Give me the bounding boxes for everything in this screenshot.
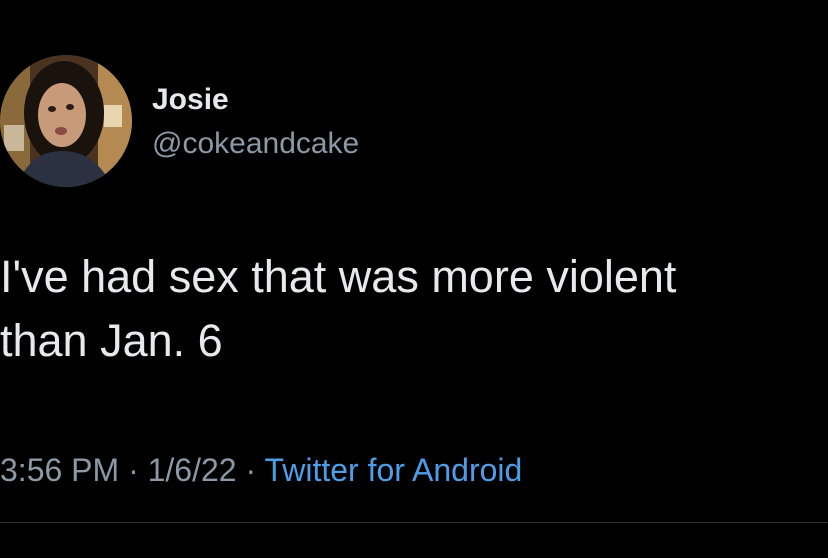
tweet-source-link[interactable]: Twitter for Android (264, 452, 522, 488)
tweet-text: I've had sex that was more violent than … (0, 251, 677, 366)
tweet-time[interactable]: 3:56 PM (0, 452, 119, 488)
divider (0, 522, 828, 523)
tweet-date[interactable]: 1/6/22 (148, 452, 237, 488)
meta-separator: · (119, 452, 148, 488)
user-handle[interactable]: @cokeandcake (152, 126, 359, 162)
tweet-meta: 3:56 PM · 1/6/22 · Twitter for Android (0, 450, 522, 490)
meta-separator: · (236, 452, 265, 488)
display-name[interactable]: Josie (152, 82, 229, 118)
tweet: Josie @cokeandcake I've had sex that was… (0, 0, 828, 558)
avatar[interactable] (0, 55, 132, 187)
avatar-photo (0, 55, 132, 187)
